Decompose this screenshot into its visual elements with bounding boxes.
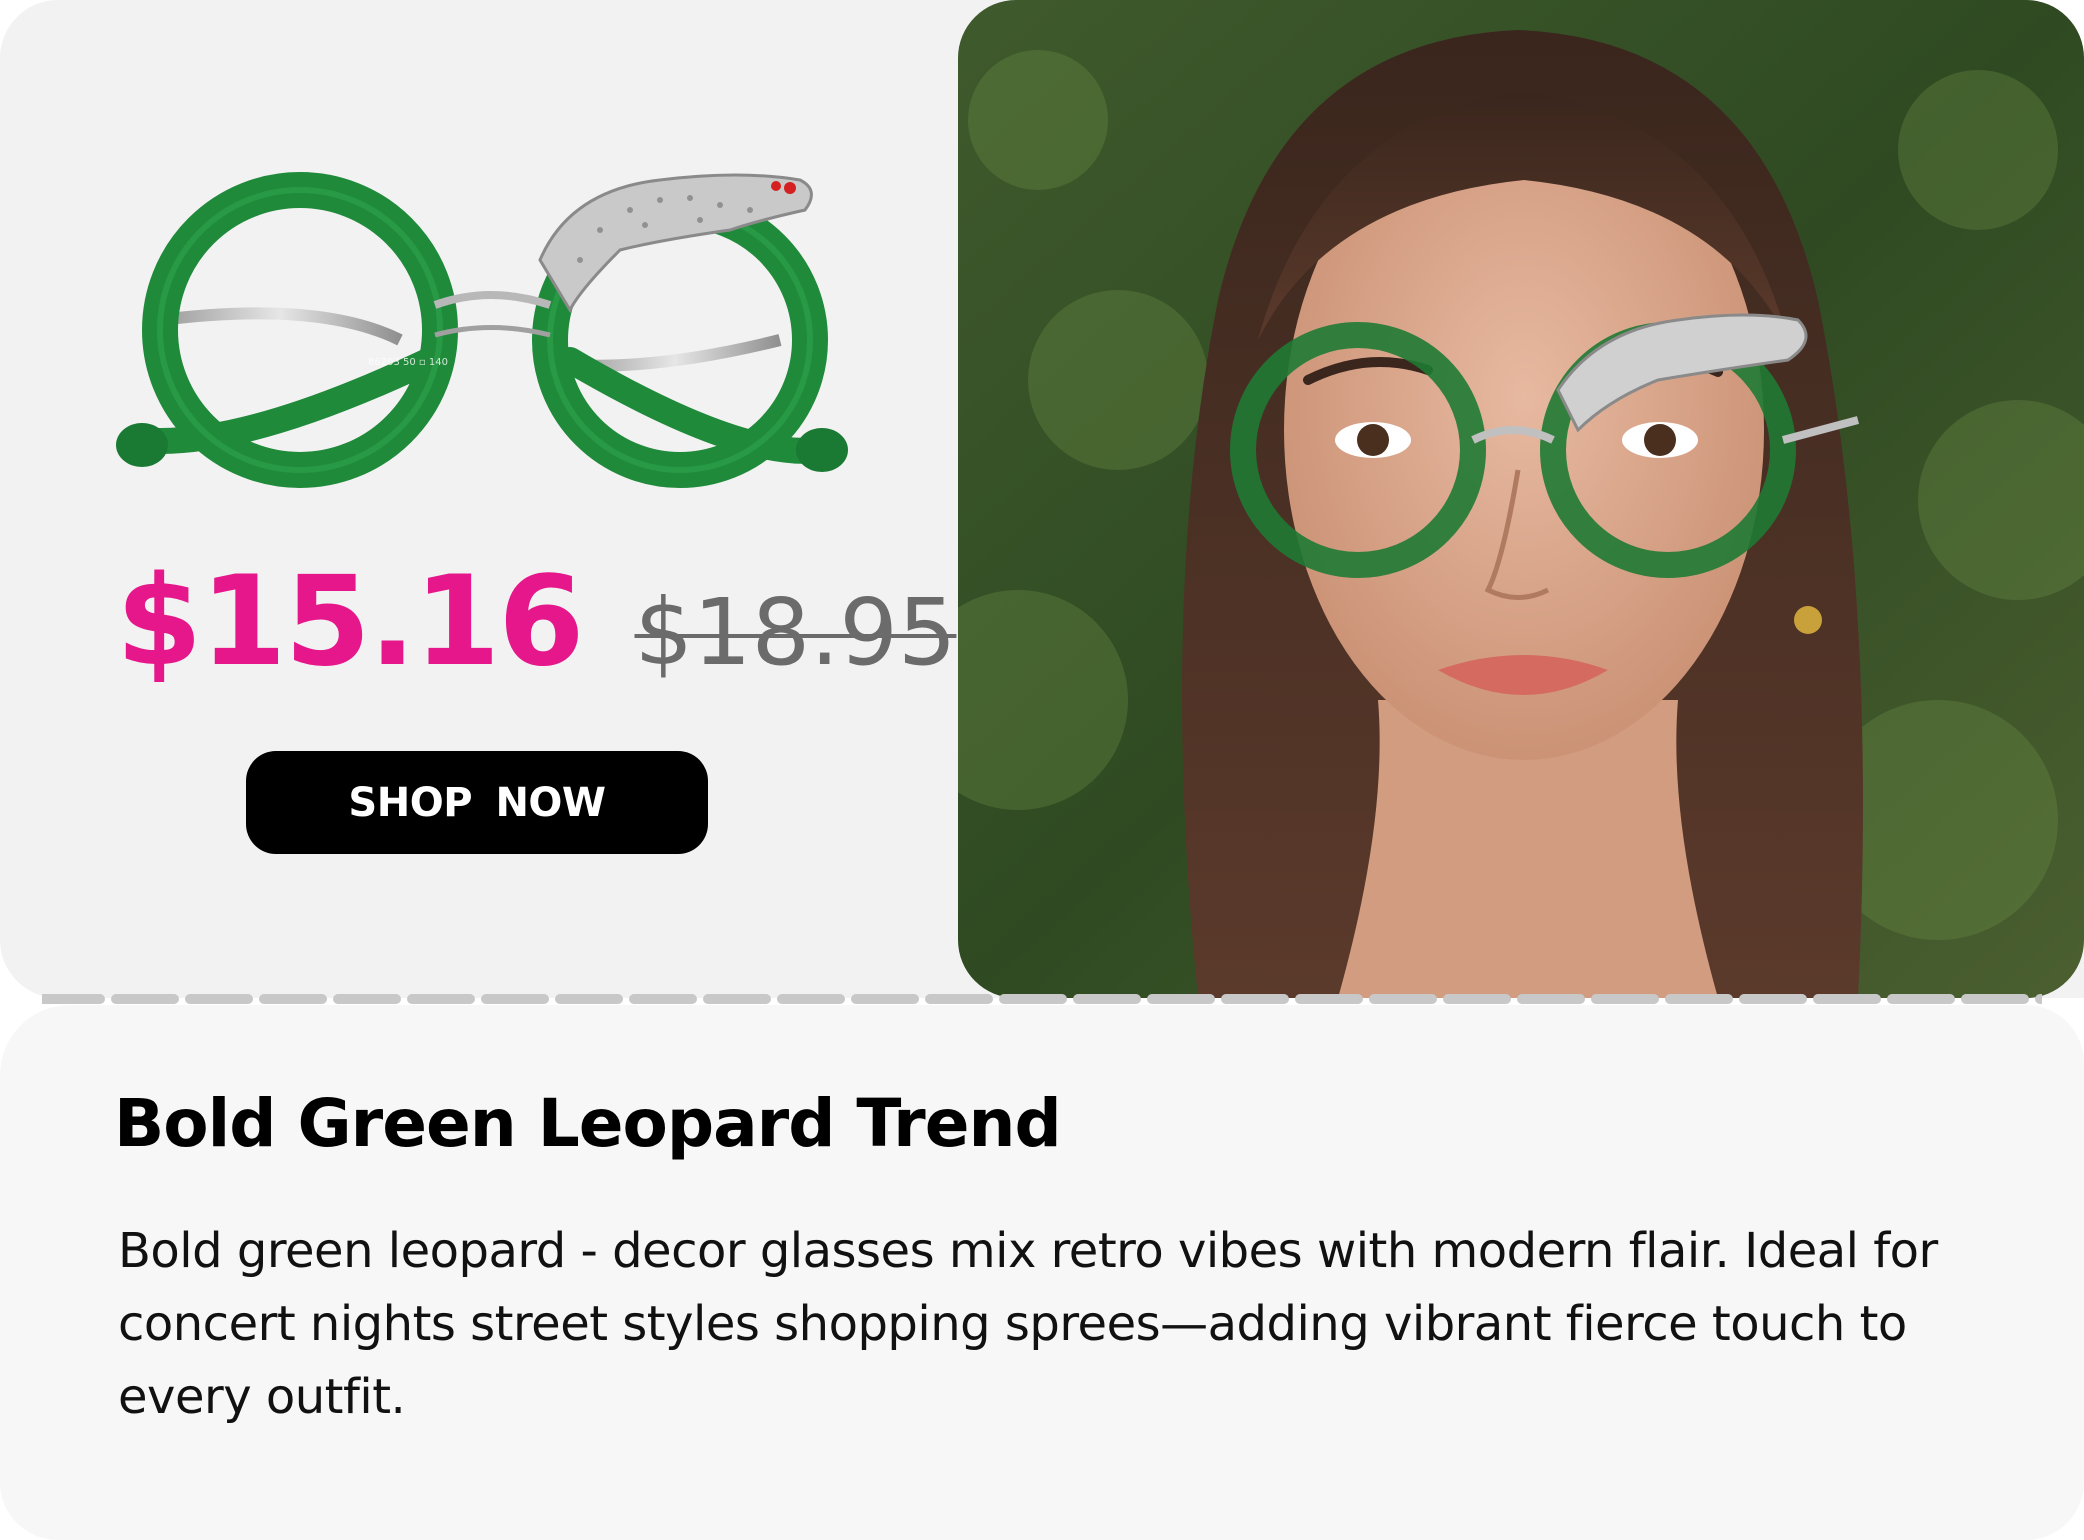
shop-now-button[interactable]: SHOP NOW [246,751,708,854]
original-price: $18.95 [634,579,957,686]
product-glasses-image[interactable]: 86203 50 ▫ 140 [100,150,860,510]
price-row: $15.16 $18.95 [116,560,956,684]
model-photo[interactable] [958,0,2084,998]
product-title: Bold Green Leopard Trend [114,1085,1062,1162]
product-description: Bold green leopard - decor glasses mix r… [118,1223,1938,1425]
current-price: $15.16 [116,550,585,694]
dashed-divider [42,994,2042,1004]
frame-code-text: 86203 50 ▫ 140 [368,357,448,368]
product-panel: 86203 50 ▫ 140 $15.16 $18.95 SHOP NOW [0,0,958,998]
